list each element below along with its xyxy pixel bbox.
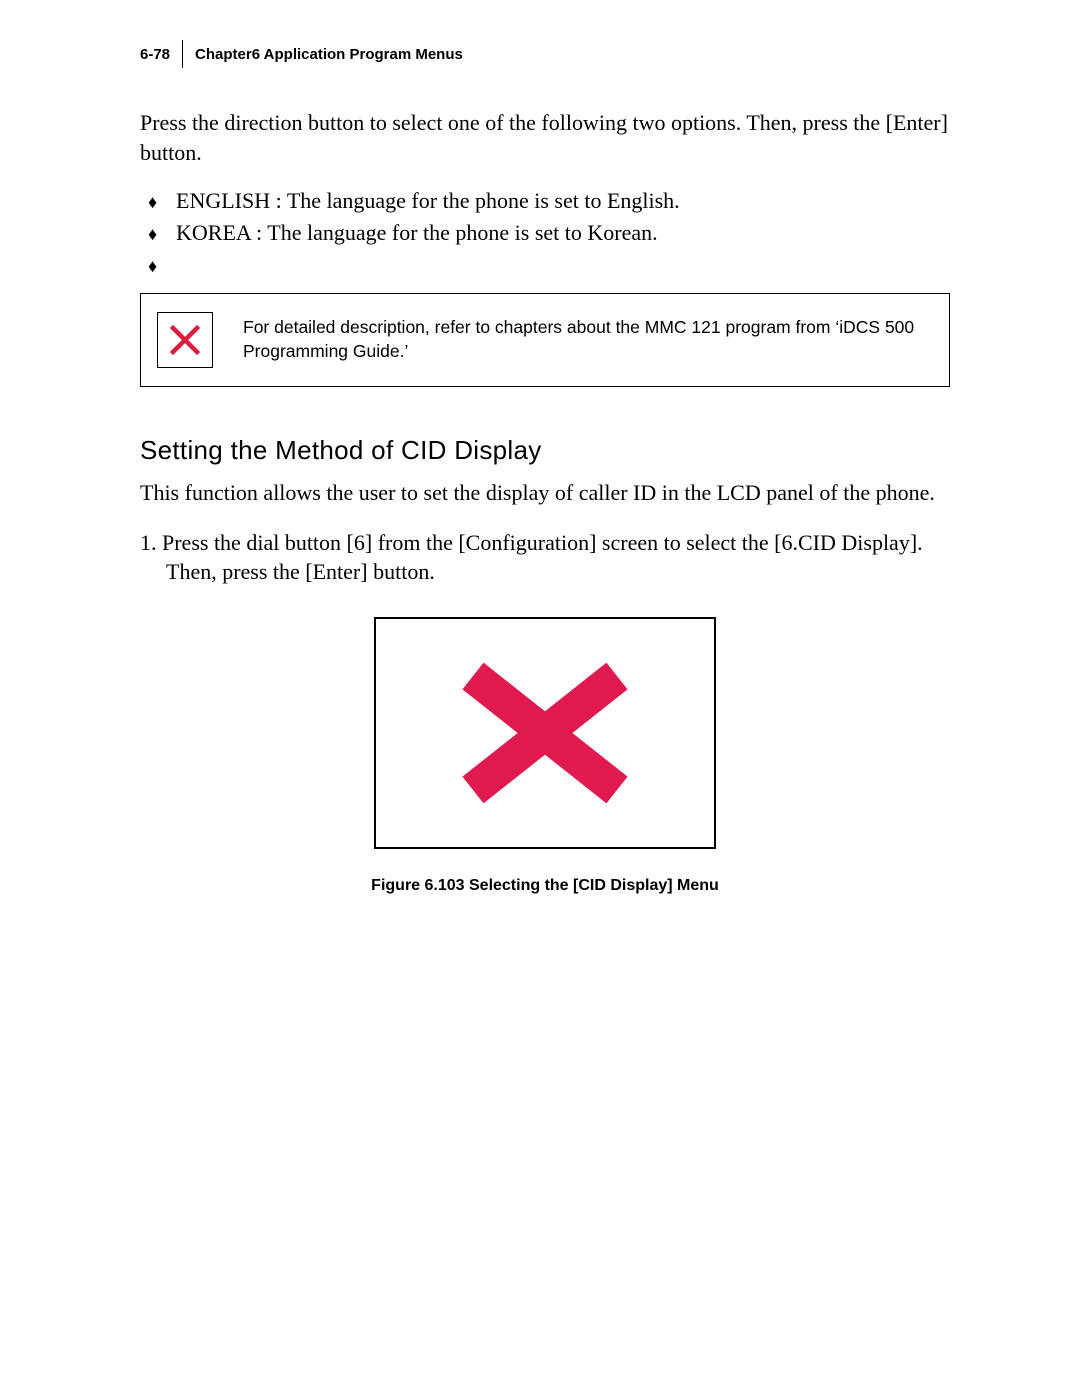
- option-list: ENGLISH : The language for the phone is …: [176, 185, 950, 281]
- note-box: For detailed description, refer to chapt…: [140, 293, 950, 387]
- page-number: 6-78: [140, 46, 182, 63]
- option-item-empty: [176, 249, 950, 281]
- section-title: Setting the Method of CID Display: [140, 435, 950, 466]
- figure-caption: Figure 6.103 Selecting the [CID Display]…: [140, 877, 950, 895]
- page-header: 6-78 Chapter6 Application Program Menus: [140, 40, 950, 68]
- figure-wrap: Figure 6.103 Selecting the [CID Display]…: [140, 617, 950, 895]
- note-text: For detailed description, refer to chapt…: [243, 316, 933, 363]
- note-x-icon: [157, 312, 213, 368]
- step-1: 1. Press the dial button [6] from the [C…: [140, 528, 950, 587]
- header-divider: [182, 40, 183, 68]
- section-intro: This function allows the user to set the…: [140, 478, 950, 508]
- intro-paragraph: Press the direction button to select one…: [140, 108, 950, 167]
- figure-box: [374, 617, 716, 849]
- option-item-english: ENGLISH : The language for the phone is …: [176, 185, 950, 217]
- document-page: 6-78 Chapter6 Application Program Menus …: [0, 0, 1080, 935]
- figure-x-icon: [455, 658, 635, 808]
- option-item-korea: KOREA : The language for the phone is se…: [176, 217, 950, 249]
- chapter-label: Chapter6 Application Program Menus: [195, 46, 463, 63]
